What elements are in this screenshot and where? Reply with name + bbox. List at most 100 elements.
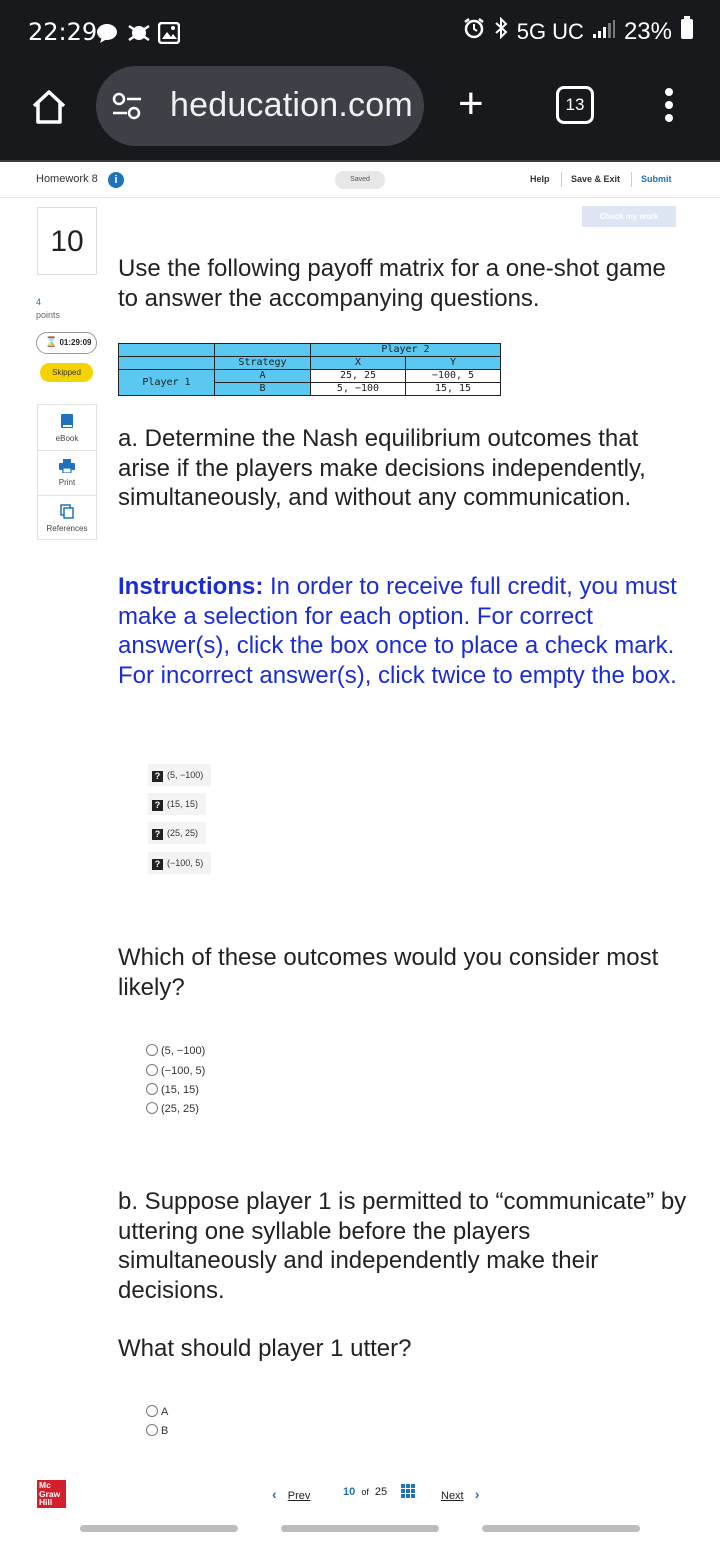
status-badge: Skipped bbox=[40, 363, 93, 382]
payoff-b-x: 5, −100 bbox=[310, 382, 406, 396]
next-button[interactable]: Next › bbox=[441, 1486, 479, 1502]
radio-button[interactable] bbox=[146, 1405, 158, 1417]
unanswered-icon: ? bbox=[152, 829, 163, 840]
assignment-header: Homework 8 i Saved Help Save & Exit Subm… bbox=[0, 164, 720, 198]
radio-option[interactable]: (5, −100) bbox=[146, 1044, 205, 1058]
signal-icon bbox=[592, 18, 616, 46]
part-a-text: a. Determine the Nash equilibrium outcom… bbox=[118, 425, 646, 511]
payoff-matrix: Player 2 Strategy X Y Player 1 A 25, 25 … bbox=[118, 343, 501, 396]
chevron-right-icon: › bbox=[474, 1486, 480, 1502]
option-label: B bbox=[161, 1425, 169, 1437]
references-button[interactable]: References bbox=[38, 495, 96, 540]
grid-icon[interactable] bbox=[401, 1484, 415, 1498]
radio-option[interactable]: A bbox=[146, 1405, 168, 1419]
check-my-work-button[interactable]: Check my work bbox=[582, 206, 676, 227]
current-page: 10 bbox=[343, 1486, 356, 1498]
utter-prompt: What should player 1 utter? bbox=[118, 1335, 412, 1362]
matrix-corner bbox=[118, 356, 215, 370]
new-tab-button[interactable]: + bbox=[458, 82, 484, 126]
homework-title: Homework 8 bbox=[36, 173, 98, 185]
strategy-header: Strategy bbox=[214, 356, 311, 370]
total-pages: 25 bbox=[374, 1486, 388, 1498]
checkbox-option[interactable]: ? (15, 15) bbox=[148, 793, 207, 815]
logo-line: Hill bbox=[39, 1497, 53, 1507]
url-text: heducation.com bbox=[170, 86, 413, 124]
unanswered-icon: ? bbox=[152, 771, 163, 782]
option-label: (25, 25) bbox=[161, 1103, 199, 1115]
battery-icon bbox=[680, 16, 694, 47]
info-icon[interactable]: i bbox=[108, 172, 124, 188]
message-icon bbox=[96, 22, 118, 49]
status-bar: 22:29 5G UC 23% bbox=[0, 0, 720, 66]
print-button[interactable]: Print bbox=[38, 450, 96, 495]
part-b-text: b. Suppose player 1 is permitted to “com… bbox=[118, 1188, 687, 1304]
gallery-icon bbox=[157, 21, 181, 49]
radio-option[interactable]: (25, 25) bbox=[146, 1102, 199, 1116]
timer-value: 01:29:09 bbox=[59, 338, 92, 347]
bluetooth-icon bbox=[493, 16, 509, 46]
book-icon bbox=[38, 413, 96, 431]
question-intro: Use the following payoff matrix for a on… bbox=[118, 255, 666, 312]
system-nav-bar[interactable] bbox=[482, 1525, 640, 1532]
next-label[interactable]: Next bbox=[441, 1490, 464, 1502]
question-number: 10 bbox=[37, 207, 97, 275]
option-label: (15, 15) bbox=[167, 799, 199, 809]
prev-button[interactable]: ‹ Prev bbox=[272, 1486, 310, 1502]
home-icon[interactable] bbox=[30, 88, 68, 126]
payoff-a-y: −100, 5 bbox=[405, 369, 501, 383]
clock: 22:29 bbox=[28, 18, 98, 46]
print-label: Print bbox=[58, 478, 76, 487]
tab-switcher-button[interactable]: 13 bbox=[556, 86, 594, 124]
option-label: (−100, 5) bbox=[161, 1065, 206, 1077]
mcgraw-hill-logo: Mc Graw Hill bbox=[37, 1480, 66, 1508]
system-nav-bar[interactable] bbox=[80, 1525, 238, 1532]
ebook-button[interactable]: eBook bbox=[38, 405, 96, 450]
references-label: References bbox=[46, 524, 88, 533]
col-y-header: Y bbox=[405, 356, 501, 370]
hourglass-icon: ⌛ bbox=[45, 337, 58, 348]
prev-label[interactable]: Prev bbox=[288, 1490, 311, 1502]
points-label: points bbox=[36, 310, 61, 320]
option-label: (−100, 5) bbox=[167, 858, 204, 868]
radio-option[interactable]: (−100, 5) bbox=[146, 1064, 205, 1078]
timer: ⌛ 01:29:09 bbox=[36, 332, 97, 354]
page-indicator: 10 of 25 bbox=[343, 1486, 387, 1498]
divider bbox=[631, 172, 632, 187]
alarm-icon bbox=[463, 17, 485, 46]
menu-icon[interactable] bbox=[665, 88, 675, 127]
chevron-left-icon: ‹ bbox=[272, 1486, 277, 1502]
copy-icon bbox=[38, 504, 96, 521]
row-a-header: A bbox=[214, 369, 311, 383]
battery-level: 23% bbox=[623, 17, 672, 45]
unanswered-icon: ? bbox=[152, 859, 163, 870]
address-bar[interactable]: heducation.com bbox=[96, 66, 424, 146]
radio-button[interactable] bbox=[146, 1424, 158, 1436]
tools-panel: eBook Print References bbox=[37, 404, 97, 540]
matrix-corner bbox=[214, 343, 311, 357]
radio-button[interactable] bbox=[146, 1102, 158, 1114]
option-label: A bbox=[161, 1406, 169, 1418]
payoff-a-x: 25, 25 bbox=[310, 369, 406, 383]
of-label: of bbox=[361, 1487, 369, 1497]
payoff-b-y: 15, 15 bbox=[405, 382, 501, 396]
checkbox-option[interactable]: ? (−100, 5) bbox=[148, 852, 212, 874]
likely-prompt: Which of these outcomes would you consid… bbox=[118, 944, 659, 1001]
save-exit-link[interactable]: Save & Exit bbox=[571, 174, 620, 184]
ebook-label: eBook bbox=[55, 434, 79, 443]
option-label: (25, 25) bbox=[167, 828, 199, 838]
radio-button[interactable] bbox=[146, 1083, 158, 1095]
browser-toolbar: heducation.com + 13 bbox=[0, 66, 720, 162]
radio-option[interactable]: B bbox=[146, 1424, 168, 1438]
radio-option[interactable]: (15, 15) bbox=[146, 1083, 199, 1097]
system-nav-bar[interactable] bbox=[281, 1525, 439, 1532]
checkbox-option[interactable]: ? (25, 25) bbox=[148, 822, 207, 844]
help-link[interactable]: Help bbox=[530, 174, 550, 184]
checkbox-option[interactable]: ? (5, −100) bbox=[148, 764, 212, 786]
network-type: 5G UC bbox=[516, 18, 584, 44]
app-notification-icon bbox=[127, 22, 151, 49]
site-settings-icon[interactable] bbox=[112, 92, 142, 125]
printer-icon bbox=[38, 459, 96, 475]
radio-button[interactable] bbox=[146, 1044, 158, 1056]
radio-button[interactable] bbox=[146, 1064, 158, 1076]
submit-link[interactable]: Submit bbox=[641, 174, 672, 184]
